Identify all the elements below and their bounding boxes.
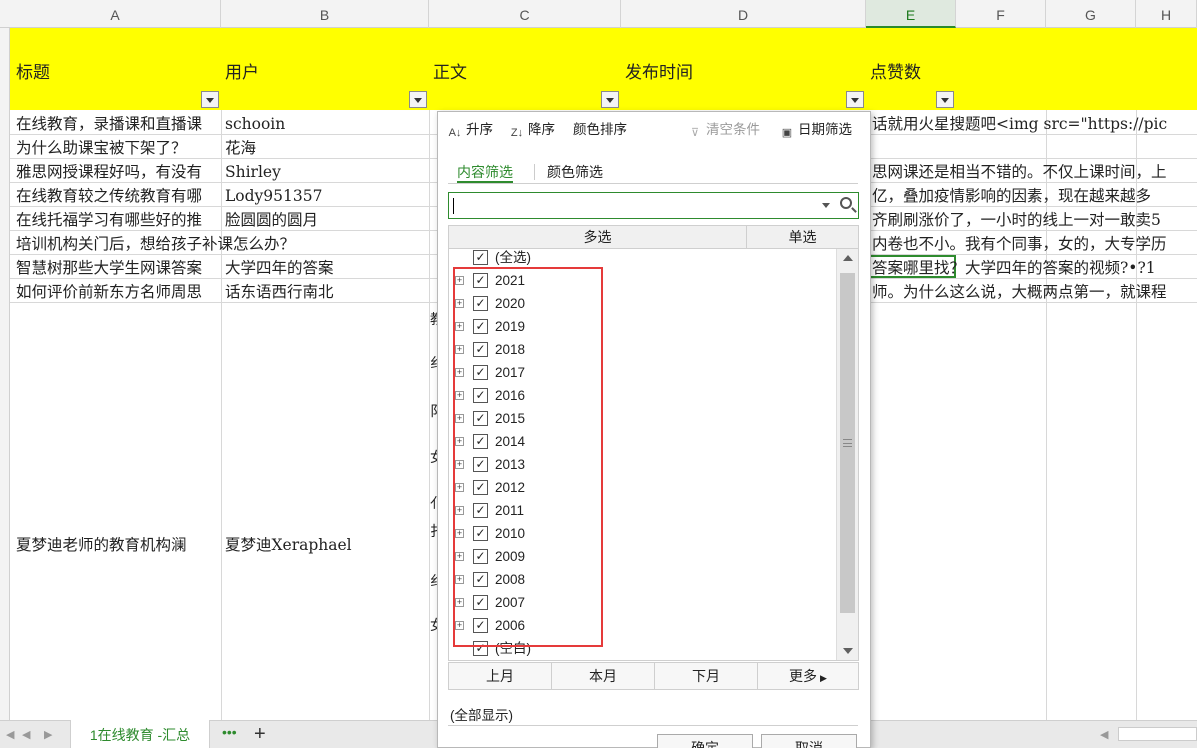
- row-header-strip: [0, 28, 10, 720]
- tab-underline: [448, 183, 858, 184]
- sort-asc-button[interactable]: A↓ 升序: [448, 120, 493, 140]
- filter-dropdown-icon[interactable]: [601, 91, 619, 108]
- clear-conditions-label: 清空条件: [706, 122, 760, 137]
- header-user: 用户: [225, 63, 259, 83]
- cell-user[interactable]: 花海: [225, 136, 428, 159]
- more-button[interactable]: 更多 ▶: [758, 663, 858, 689]
- filter-dropdown-icon[interactable]: [936, 91, 954, 108]
- funnel-clear-icon: ⊽: [690, 127, 700, 139]
- cell-title[interactable]: 雅思网授课程好吗，有没有: [16, 160, 220, 183]
- cell-user[interactable]: 脸圆圆的圆月: [225, 208, 428, 231]
- scroll-left-icon[interactable]: ◀: [1100, 728, 1108, 741]
- date-filter-label: 日期筛选: [798, 122, 852, 137]
- cell-title[interactable]: 培训机构关门后，想给孩子补课怎么办？: [16, 232, 428, 255]
- column-header-b[interactable]: B: [221, 0, 429, 28]
- header-likes: 点赞数: [870, 63, 921, 83]
- divider: [448, 725, 858, 726]
- sort-desc-label: 降序: [528, 122, 555, 137]
- header-publish-time: 发布时间: [625, 63, 693, 83]
- cell-user[interactable]: Shirley: [225, 160, 428, 183]
- add-sheet-button[interactable]: +: [254, 722, 266, 746]
- cell-title[interactable]: 为什么助课宝被下架了？: [16, 136, 220, 159]
- cell-body-overflow[interactable]: 话就用火星搜题吧<img src="https://pic: [872, 112, 1197, 135]
- cell-user[interactable]: 大学四年的答案: [225, 256, 428, 279]
- show-all-label[interactable]: (全部显示): [450, 704, 513, 724]
- sort-asc-label: 升序: [466, 122, 493, 137]
- next-month-button[interactable]: 下月: [655, 663, 758, 689]
- multi-select-mode[interactable]: 多选: [449, 226, 747, 248]
- this-month-button[interactable]: 本月: [552, 663, 655, 689]
- ok-button[interactable]: 确定: [657, 734, 753, 748]
- chevron-right-icon: ▶: [820, 673, 827, 683]
- cell-body-overflow[interactable]: 答案哪里找？大学四年的答案的视频?•?1: [872, 256, 1197, 279]
- header-body: 正文: [433, 63, 467, 83]
- sort-asc-icon: A↓: [448, 127, 462, 139]
- more-button-label: 更多: [789, 668, 818, 684]
- column-header-f[interactable]: F: [956, 0, 1046, 28]
- column-header-g[interactable]: G: [1046, 0, 1136, 28]
- tab-divider: [534, 164, 535, 180]
- date-filter-button[interactable]: ▣ 日期筛选: [780, 120, 852, 140]
- single-select-mode[interactable]: 单选: [747, 226, 858, 248]
- next-sheet-icon[interactable]: ▶: [44, 728, 52, 741]
- calendar-filter-icon: ▣: [781, 127, 793, 139]
- filter-dropdown-icon[interactable]: [409, 91, 427, 108]
- tab-color-filter[interactable]: 颜色筛选: [547, 161, 603, 183]
- header-title: 标题: [16, 63, 50, 83]
- sort-desc-button[interactable]: Z↓ 降序: [510, 120, 555, 140]
- month-quick-filter-bar: 上月 本月 下月 更多 ▶: [448, 662, 859, 690]
- sheet-tab-active[interactable]: 1在线教育 -汇总: [70, 720, 210, 748]
- cell-title[interactable]: 夏梦迪老师的教育机构澜: [16, 533, 220, 556]
- column-header-d[interactable]: D: [621, 0, 866, 28]
- sort-desc-icon: Z↓: [510, 127, 524, 139]
- checkbox-checked[interactable]: ✓: [473, 250, 488, 265]
- cell-title[interactable]: 在线托福学习有哪些好的推: [16, 208, 220, 231]
- selection-mode-header: 多选 单选: [448, 225, 859, 249]
- cell-title[interactable]: 在线教育较之传统教育有哪: [16, 184, 220, 207]
- color-sort-button[interactable]: 颜色排序: [573, 120, 627, 140]
- cell-user[interactable]: 夏梦迪Xeraphael: [225, 533, 428, 556]
- scroll-up-icon[interactable]: [843, 255, 853, 261]
- cell-body-overflow[interactable]: 师。为什么这么说，大概两点第一，就课程: [872, 280, 1197, 303]
- list-scrollbar[interactable]: [836, 249, 858, 660]
- grip-icon: [843, 439, 852, 447]
- prev-sheet-icon[interactable]: ◀: [22, 728, 30, 741]
- tab-content-filter[interactable]: 内容筛选: [457, 161, 513, 183]
- column-header-c[interactable]: C: [429, 0, 621, 28]
- column-header-e[interactable]: E: [866, 0, 956, 28]
- filter-dropdown-icon[interactable]: [201, 91, 219, 108]
- cell-body-overflow[interactable]: 内卷也不小。我有个同事，女的，大专学历: [872, 232, 1197, 255]
- grid-line: [221, 110, 222, 720]
- scroll-down-icon[interactable]: [843, 648, 853, 654]
- column-header-a[interactable]: A: [10, 0, 221, 28]
- cell-body-overflow[interactable]: 齐刷刷涨价了，一小时的线上一对一敢卖5: [872, 208, 1197, 231]
- cancel-button[interactable]: 取消: [761, 734, 857, 748]
- cell-title[interactable]: 如何评价前新东方名师周思: [16, 280, 220, 303]
- chevron-down-icon[interactable]: [822, 203, 830, 208]
- cell-user[interactable]: 话东语西行南北: [225, 280, 428, 303]
- cell-body-overflow[interactable]: 亿，叠加疫情影响的因素，现在越来越多: [872, 184, 1197, 207]
- cell-title[interactable]: 在线教育，录播课和直播课: [16, 112, 220, 135]
- cell-body-overflow[interactable]: 思网课还是相当不错的。不仅上课时间，上: [872, 160, 1197, 183]
- cell-title[interactable]: 智慧树那些大学生网课答案: [16, 256, 220, 279]
- cell-user[interactable]: schooin: [225, 112, 428, 135]
- highlight-box: [453, 267, 603, 647]
- list-item-label: (全选): [495, 250, 531, 265]
- first-sheet-icon[interactable]: ◀: [6, 728, 14, 741]
- more-sheets-icon[interactable]: •••: [222, 724, 237, 740]
- filter-search-input[interactable]: [448, 192, 859, 219]
- text-cursor: [453, 198, 454, 214]
- cell-user[interactable]: Lody951357: [225, 184, 428, 207]
- filter-dropdown-icon[interactable]: [846, 91, 864, 108]
- horizontal-scrollbar[interactable]: [1118, 727, 1197, 741]
- last-month-button[interactable]: 上月: [449, 663, 552, 689]
- clear-conditions-button[interactable]: ⊽ 清空条件: [688, 120, 760, 140]
- column-header-row: A B C D E F G H: [0, 0, 1197, 28]
- search-icon[interactable]: [840, 197, 852, 209]
- column-header-h[interactable]: H: [1136, 0, 1197, 28]
